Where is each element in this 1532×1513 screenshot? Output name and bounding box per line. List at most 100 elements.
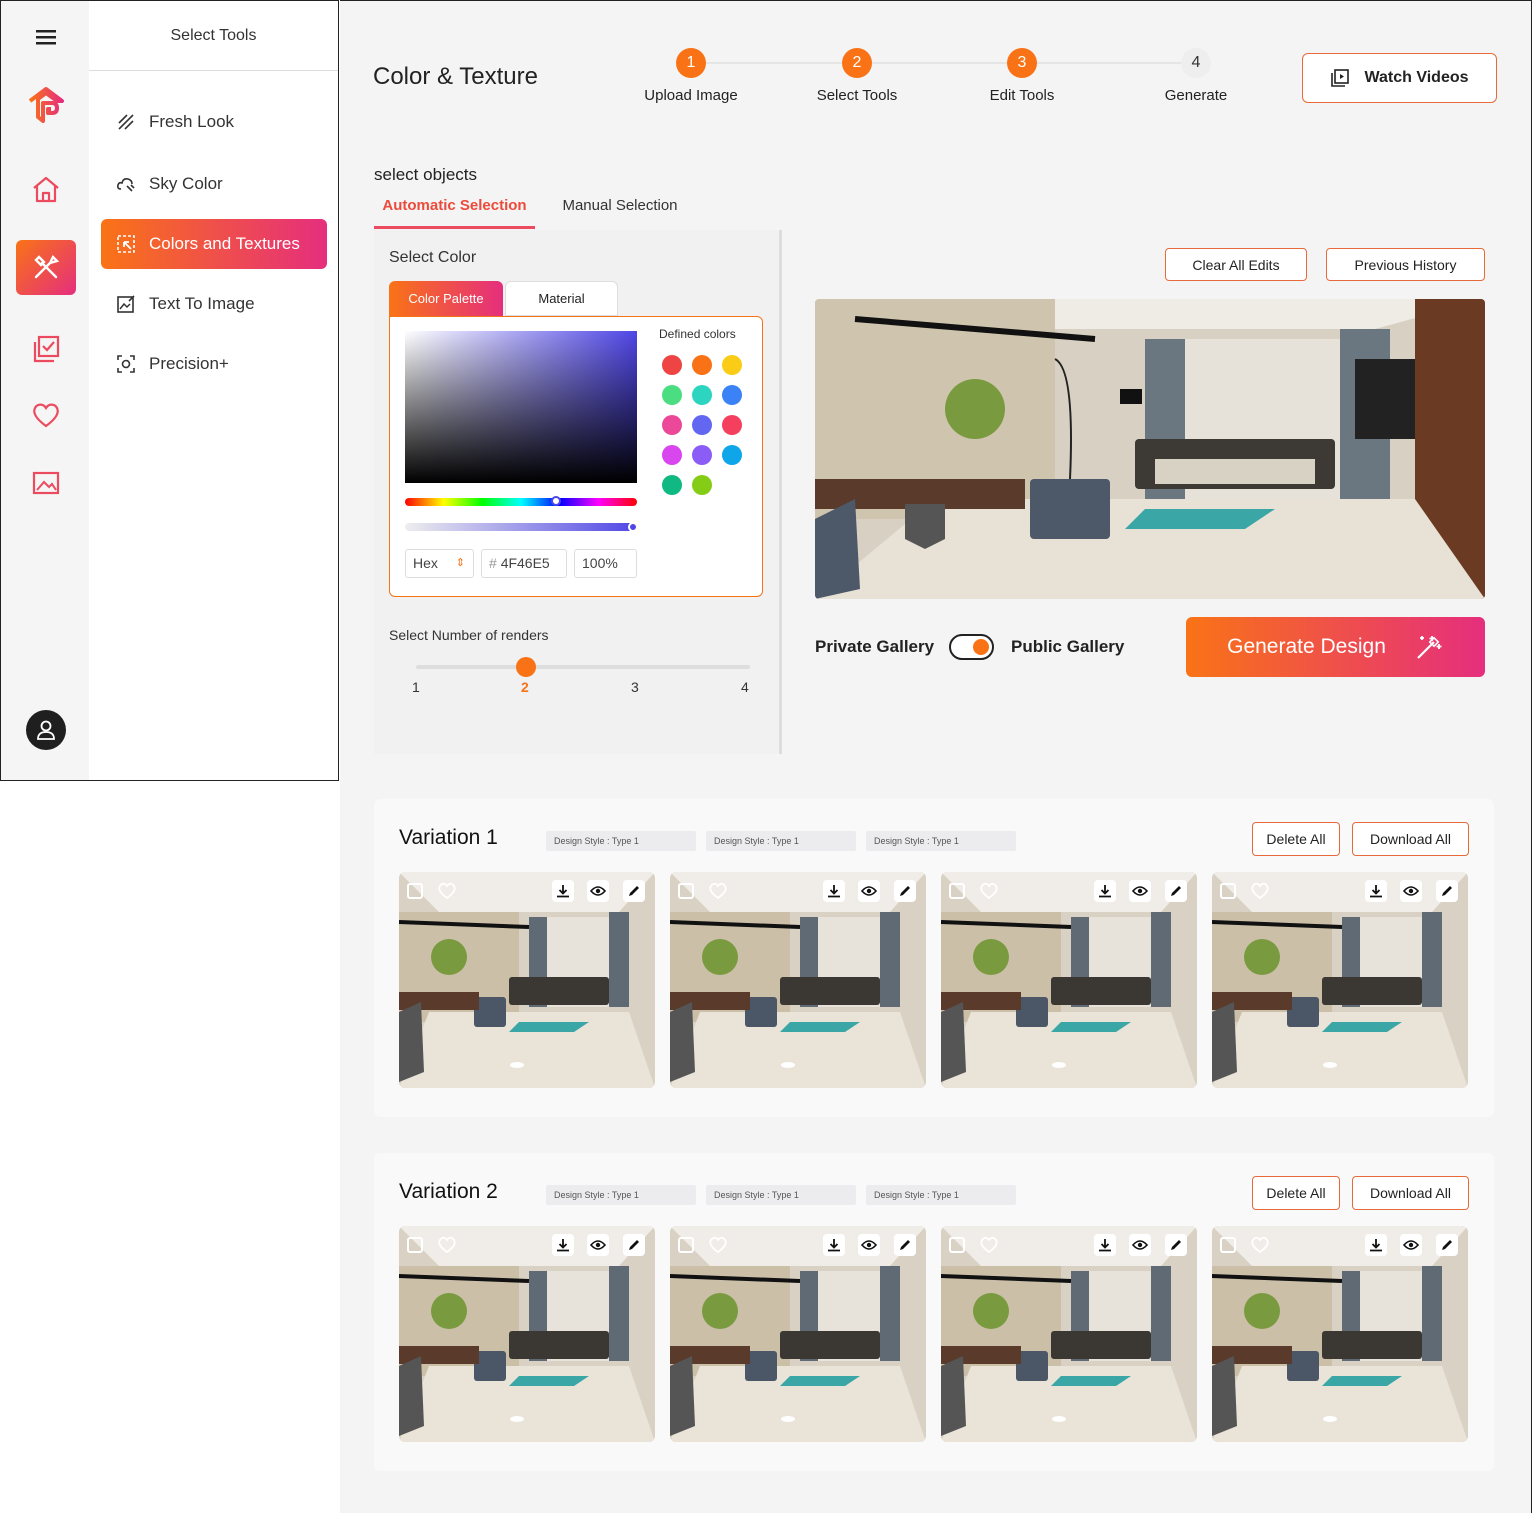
- clear-all-edits-button[interactable]: Clear All Edits: [1165, 248, 1307, 281]
- color-swatch[interactable]: [692, 475, 712, 495]
- select-checkbox-icon[interactable]: [1220, 880, 1236, 902]
- render-option-2[interactable]: 2: [521, 679, 529, 695]
- hue-handle[interactable]: [551, 496, 561, 506]
- delete-all-button[interactable]: Delete All: [1252, 822, 1340, 856]
- render-thumbnail[interactable]: [1212, 1226, 1468, 1442]
- edit-pencil-icon[interactable]: [1165, 880, 1187, 902]
- favorite-heart-icon[interactable]: [708, 1234, 728, 1256]
- format-select[interactable]: Hex ⇕: [405, 549, 474, 578]
- view-eye-icon[interactable]: [1129, 880, 1151, 902]
- delete-all-button[interactable]: Delete All: [1252, 1176, 1340, 1210]
- user-avatar-icon[interactable]: [1, 709, 90, 751]
- menu-icon[interactable]: [1, 23, 90, 51]
- color-swatch[interactable]: [722, 385, 742, 405]
- download-icon[interactable]: [823, 1234, 845, 1256]
- download-icon[interactable]: [552, 880, 574, 902]
- render-option-4[interactable]: 4: [741, 679, 749, 695]
- favorite-heart-icon[interactable]: [1250, 1234, 1270, 1256]
- tab-manual-selection[interactable]: Manual Selection: [550, 197, 690, 229]
- select-checkbox-icon[interactable]: [678, 1234, 694, 1256]
- step-upload-image[interactable]: 1 Upload Image: [631, 48, 751, 104]
- color-swatch[interactable]: [722, 445, 742, 465]
- download-icon[interactable]: [1094, 1234, 1116, 1256]
- download-all-button[interactable]: Download All: [1352, 822, 1469, 856]
- view-eye-icon[interactable]: [1129, 1234, 1151, 1256]
- color-swatch[interactable]: [722, 415, 742, 435]
- render-thumbnail[interactable]: [399, 1226, 655, 1442]
- view-eye-icon[interactable]: [858, 880, 880, 902]
- favorite-heart-icon[interactable]: [437, 1234, 457, 1256]
- watch-videos-button[interactable]: Watch Videos: [1302, 53, 1497, 103]
- render-thumbnail[interactable]: [399, 872, 655, 1088]
- gallery-icon[interactable]: [1, 465, 90, 501]
- color-swatch[interactable]: [692, 385, 712, 405]
- opacity-slider[interactable]: [405, 522, 638, 532]
- previous-history-button[interactable]: Previous History: [1326, 248, 1485, 281]
- gallery-toggle[interactable]: [949, 634, 994, 660]
- download-icon[interactable]: [1365, 880, 1387, 902]
- select-checkbox-icon[interactable]: [1220, 1234, 1236, 1256]
- select-checkbox-icon[interactable]: [678, 880, 694, 902]
- saturation-field[interactable]: [405, 331, 637, 483]
- edit-pencil-icon[interactable]: [1165, 1234, 1187, 1256]
- color-swatch[interactable]: [662, 355, 682, 375]
- color-swatch[interactable]: [692, 445, 712, 465]
- tools-nav-button[interactable]: [1, 239, 90, 295]
- view-eye-icon[interactable]: [858, 1234, 880, 1256]
- edit-pencil-icon[interactable]: [623, 880, 645, 902]
- step-select-tools[interactable]: 2 Select Tools: [797, 48, 917, 104]
- hex-input[interactable]: # 4F46E5: [481, 549, 567, 578]
- color-swatch[interactable]: [722, 355, 742, 375]
- render-option-1[interactable]: 1: [412, 679, 420, 695]
- tools-icon[interactable]: [15, 239, 76, 295]
- color-swatch[interactable]: [662, 445, 682, 465]
- color-swatch[interactable]: [662, 415, 682, 435]
- tool-sky-color[interactable]: Sky Color: [101, 159, 327, 209]
- render-option-3[interactable]: 3: [631, 679, 639, 695]
- render-thumbnail[interactable]: [1212, 872, 1468, 1088]
- view-eye-icon[interactable]: [587, 880, 609, 902]
- download-icon[interactable]: [823, 880, 845, 902]
- favorite-heart-icon[interactable]: [437, 880, 457, 902]
- favorite-heart-icon[interactable]: [979, 880, 999, 902]
- tool-fresh-look[interactable]: Fresh Look: [101, 97, 327, 147]
- edit-pencil-icon[interactable]: [1436, 1234, 1458, 1256]
- edit-pencil-icon[interactable]: [894, 880, 916, 902]
- download-icon[interactable]: [1094, 880, 1116, 902]
- edit-pencil-icon[interactable]: [1436, 880, 1458, 902]
- tab-color-palette[interactable]: Color Palette: [389, 281, 503, 316]
- download-icon[interactable]: [552, 1234, 574, 1256]
- tool-precision-plus[interactable]: Precision+: [101, 339, 327, 389]
- render-thumbnail[interactable]: [941, 872, 1197, 1088]
- render-thumbnail[interactable]: [670, 1226, 926, 1442]
- view-eye-icon[interactable]: [1400, 1234, 1422, 1256]
- color-swatch[interactable]: [662, 475, 682, 495]
- select-checkbox-icon[interactable]: [949, 880, 965, 902]
- download-icon[interactable]: [1365, 1234, 1387, 1256]
- color-swatch[interactable]: [692, 355, 712, 375]
- select-checkbox-icon[interactable]: [949, 1234, 965, 1256]
- hue-slider[interactable]: [405, 496, 637, 506]
- generate-design-button[interactable]: Generate Design: [1186, 617, 1485, 677]
- heart-icon[interactable]: [1, 397, 90, 433]
- view-eye-icon[interactable]: [587, 1234, 609, 1256]
- renders-slider[interactable]: [416, 657, 750, 677]
- favorite-heart-icon[interactable]: [979, 1234, 999, 1256]
- tab-automatic-selection[interactable]: Automatic Selection: [374, 197, 535, 229]
- select-checkbox-icon[interactable]: [407, 880, 423, 902]
- select-checkbox-icon[interactable]: [407, 1234, 423, 1256]
- opacity-input[interactable]: 100%: [574, 549, 637, 578]
- tool-text-to-image[interactable]: Text To Image: [101, 279, 327, 329]
- tab-material[interactable]: Material: [505, 281, 618, 316]
- render-thumbnail[interactable]: [941, 1226, 1197, 1442]
- view-eye-icon[interactable]: [1400, 880, 1422, 902]
- renders-slider-handle[interactable]: [516, 657, 536, 677]
- home-icon[interactable]: [1, 171, 90, 207]
- edit-pencil-icon[interactable]: [623, 1234, 645, 1256]
- tool-colors-and-textures[interactable]: Colors and Textures: [101, 219, 327, 269]
- opacity-handle[interactable]: [628, 522, 638, 532]
- favorite-heart-icon[interactable]: [1250, 880, 1270, 902]
- checklist-icon[interactable]: [1, 331, 90, 367]
- render-thumbnail[interactable]: [670, 872, 926, 1088]
- room-preview-image[interactable]: [815, 299, 1485, 599]
